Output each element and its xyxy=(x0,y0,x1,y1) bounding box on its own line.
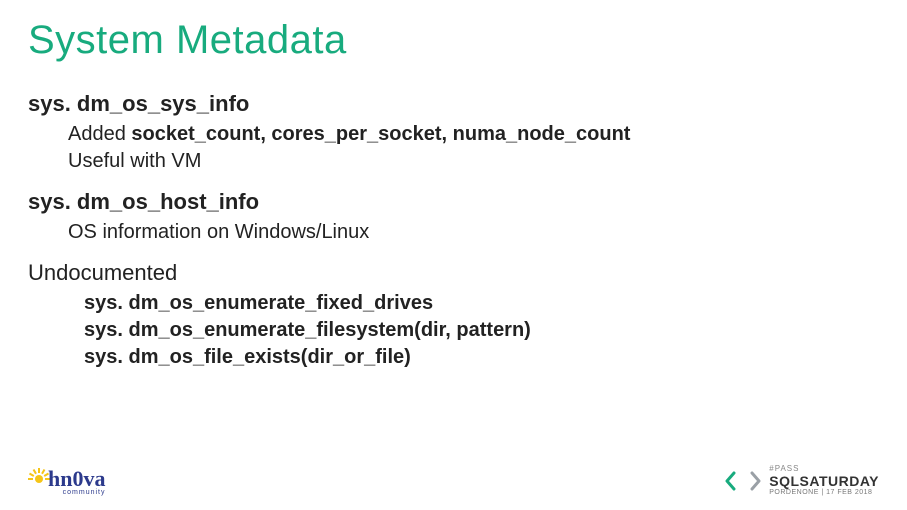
section-heading-host-info: sys. dm_os_host_info xyxy=(28,189,879,215)
inn0va-logo: hn0va community xyxy=(28,466,105,496)
text-bold-columns: socket_count, cores_per_socket, numa_nod… xyxy=(131,123,630,145)
text-prefix: Added xyxy=(68,123,131,145)
inn0va-text: hn0va xyxy=(48,466,105,491)
arrows-icon xyxy=(725,471,761,491)
sqlsaturday-logo: #PASS SQLSATURDAY PORDENONE | 17 FEB 201… xyxy=(725,465,879,496)
footer: hn0va community #PASS SQLSATURDAY PORDEN… xyxy=(28,465,879,496)
sqlsaturday-label: SQLSATURDAY xyxy=(769,474,879,488)
body-line: Useful with VM xyxy=(68,148,879,175)
event-date-label: PORDENONE | 17 FEB 2018 xyxy=(769,489,879,496)
section-heading-sys-info: sys. dm_os_sys_info xyxy=(28,91,879,117)
bold-line: sys. dm_os_file_exists(dir_or_file) xyxy=(84,344,879,371)
slide-title: System Metadata xyxy=(28,18,879,63)
sun-icon xyxy=(28,468,50,490)
pass-label: #PASS xyxy=(769,465,879,473)
bold-line: sys. dm_os_enumerate_fixed_drives xyxy=(84,290,879,317)
bold-line: sys. dm_os_enumerate_filesystem(dir, pat… xyxy=(84,317,879,344)
body-line: OS information on Windows/Linux xyxy=(68,219,879,246)
body-line: Added socket_count, cores_per_socket, nu… xyxy=(68,121,879,148)
section-heading-undocumented: Undocumented xyxy=(28,260,879,286)
